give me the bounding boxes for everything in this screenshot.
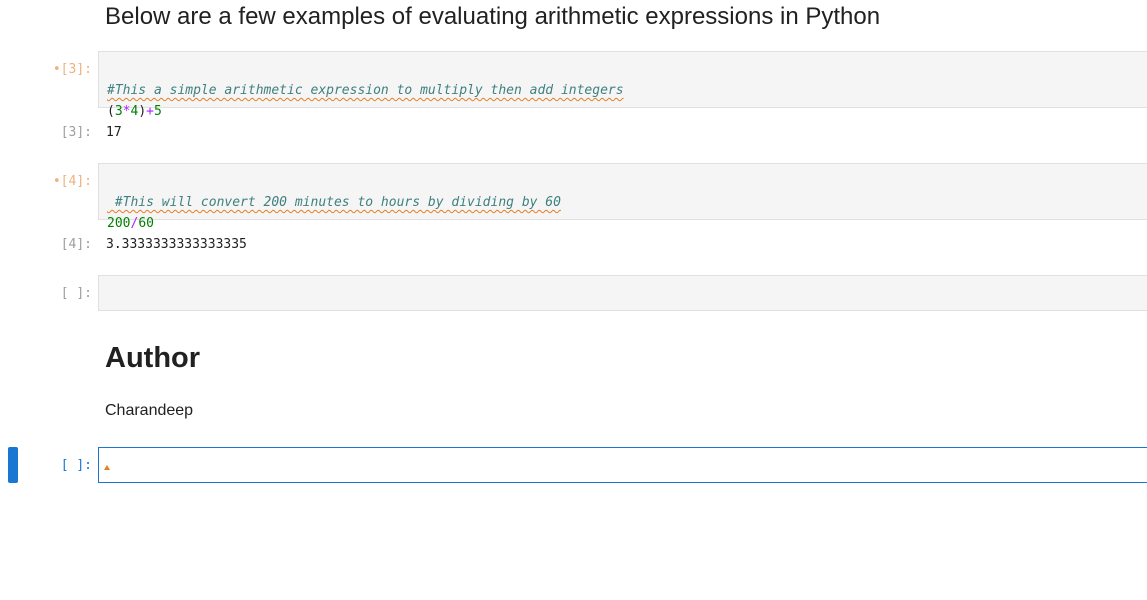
active-cell-indicator[interactable] [8, 447, 18, 483]
input-prompt-empty: [ ]: [60, 286, 92, 301]
output-result-17: 17 [106, 125, 122, 140]
output-prompt-4: [4]: [60, 237, 92, 252]
code-cell-empty[interactable] [98, 275, 1147, 311]
notebook: Below are a few examples of evaluating a… [0, 0, 1147, 600]
code-token-op: + [146, 104, 154, 119]
markdown-heading-examples: Below are a few examples of evaluating a… [105, 3, 881, 30]
code-comment: #This a simple arithmetic expression to … [107, 83, 624, 98]
code-cell-active-editor[interactable] [98, 447, 1147, 483]
markdown-heading-author: Author [105, 342, 201, 374]
warning-caret-icon [104, 465, 110, 470]
code-token-num: 3 [114, 104, 123, 119]
code-token-num: 5 [153, 104, 162, 119]
input-prompt-4: •[4]: [52, 174, 92, 189]
code-token-punc: ( [107, 104, 115, 119]
code-line: (3*4)+5 [107, 104, 162, 119]
code-token-num: 60 [138, 216, 154, 231]
code-cell-multiply-add[interactable]: #This a simple arithmetic expression to … [98, 51, 1147, 119]
output-result-hours: 3.3333333333333335 [106, 237, 247, 252]
output-prompt-3: [3]: [60, 125, 92, 140]
author-name: Charandeep [105, 402, 194, 419]
input-prompt-3: •[3]: [52, 62, 92, 77]
input-prompt-active: [ ]: [60, 458, 92, 473]
code-cell-minutes-to-hours[interactable]: #This will convert 200 minutes to hours … [98, 163, 1147, 231]
code-token-num: 200 [107, 216, 131, 231]
code-line: 200/60 [107, 216, 154, 231]
code-comment: #This will convert 200 minutes to hours … [107, 195, 561, 210]
code-token-punc: ) [138, 104, 147, 119]
